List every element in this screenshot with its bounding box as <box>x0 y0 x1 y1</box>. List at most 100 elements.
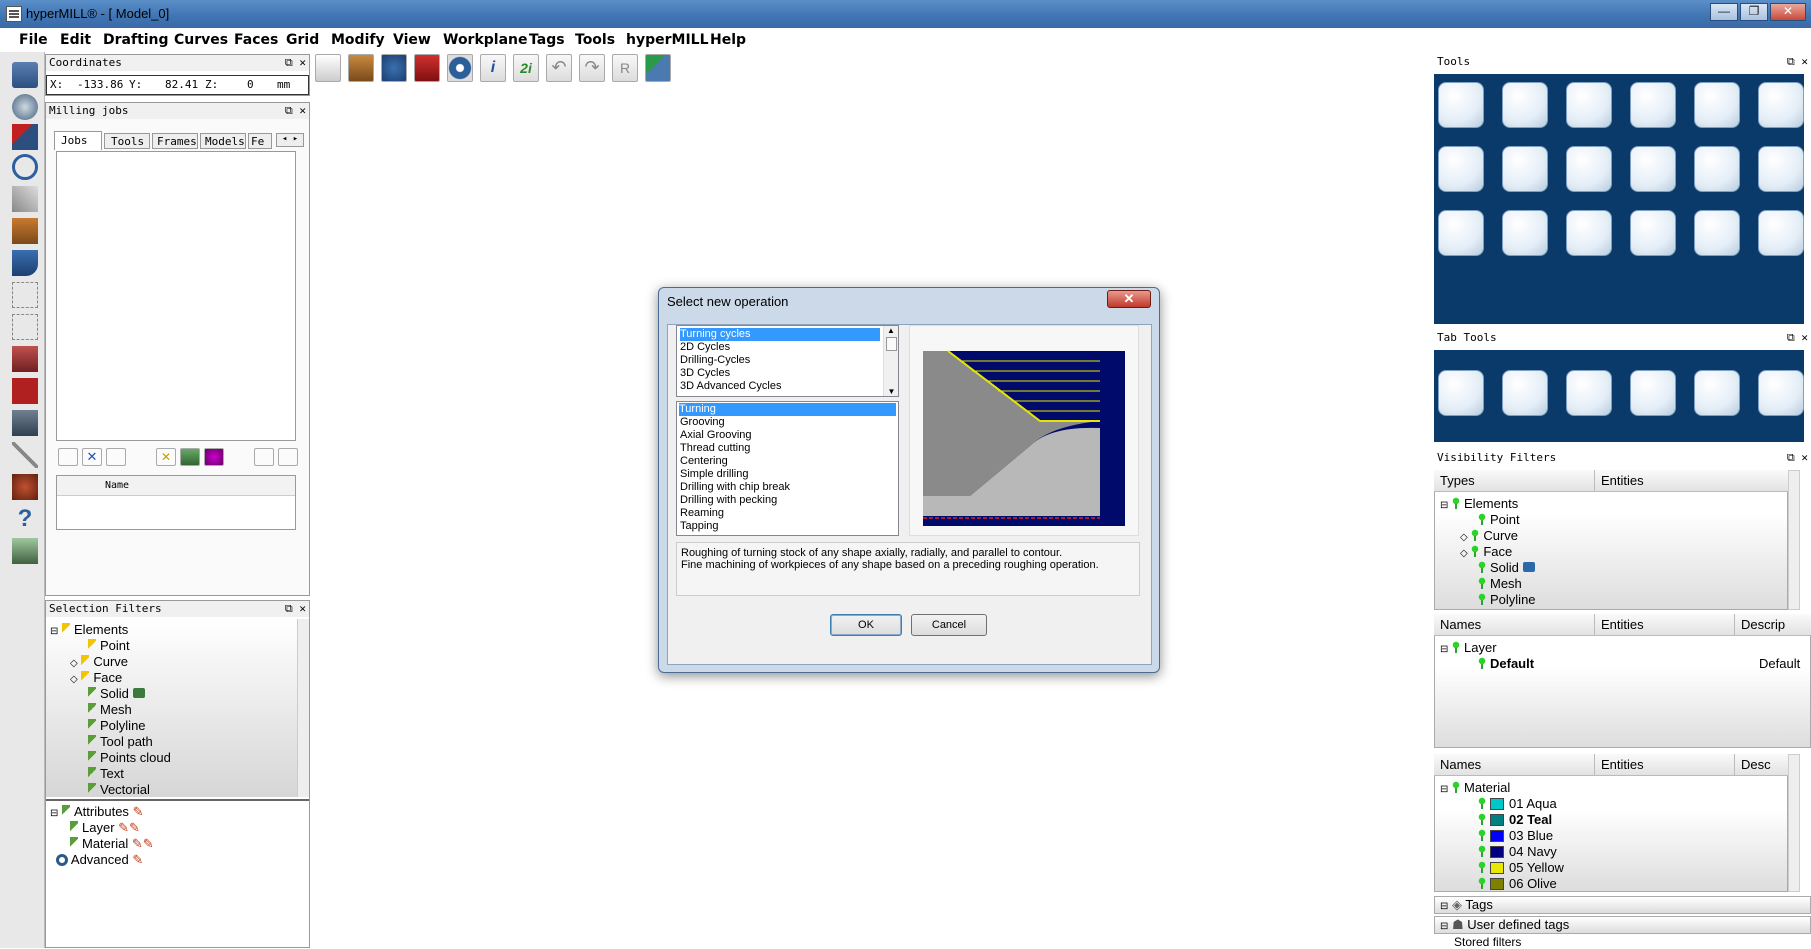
tool-plane-icon[interactable] <box>1566 146 1612 192</box>
minimize-button[interactable]: — <box>1710 3 1738 21</box>
tab-layers-icon[interactable] <box>1438 370 1484 416</box>
tree-polyline[interactable]: Polyline <box>88 718 146 733</box>
tool-spline-icon[interactable] <box>1758 82 1804 128</box>
tags-node[interactable]: ⊟ ◈ Tags <box>1440 897 1493 913</box>
operation-item[interactable]: Centering <box>680 455 728 468</box>
menu-file[interactable]: File <box>19 32 48 48</box>
types-header[interactable]: Types <box>1434 470 1594 492</box>
layer-default[interactable]: Default <box>1478 656 1534 671</box>
machine-icon[interactable] <box>12 410 38 436</box>
tool-sketch-icon[interactable] <box>1438 82 1484 128</box>
measure-icon[interactable] <box>12 442 38 468</box>
vis-polyline[interactable]: Polyline <box>1478 592 1536 607</box>
menu-view[interactable]: View <box>393 32 431 48</box>
package-icon[interactable] <box>414 54 440 82</box>
types-scrollbar[interactable] <box>1788 470 1800 610</box>
tree-layer[interactable]: Layer ✎✎ <box>70 820 140 836</box>
dialog-close-button[interactable]: ✕ <box>1107 290 1151 308</box>
tab-frames[interactable]: Frames <box>152 133 198 149</box>
entities-header[interactable]: Entities <box>1594 470 1788 492</box>
tool-dimension-icon[interactable] <box>1502 146 1548 192</box>
tab-models[interactable]: Models <box>200 133 246 149</box>
tool-icon[interactable] <box>12 186 38 212</box>
vis-curve[interactable]: ◇ Curve <box>1460 528 1518 543</box>
new-file-icon[interactable] <box>315 54 341 82</box>
tree-attributes[interactable]: ⊟ Attributes ✎ <box>50 804 143 820</box>
material-entities-header[interactable]: Entities <box>1594 754 1734 776</box>
tree-advanced[interactable]: Advanced ✎ <box>56 852 143 868</box>
menu-grid[interactable]: Grid <box>286 32 319 48</box>
tab-tools[interactable]: Tools <box>104 133 150 149</box>
category-item[interactable]: Drilling-Cycles <box>680 354 750 367</box>
info-2i-icon[interactable]: 2i <box>513 54 539 82</box>
tool-trim-icon[interactable] <box>1438 146 1484 192</box>
box-icon[interactable] <box>12 218 38 244</box>
app-icon[interactable] <box>6 6 22 22</box>
tree-elements[interactable]: ⊟ Elements <box>50 622 128 637</box>
category-list[interactable]: Turning cycles 2D Cycles Drilling-Cycles… <box>676 325 899 397</box>
simulate-icon[interactable] <box>180 448 200 466</box>
operation-item[interactable]: Thread cutting <box>680 442 750 455</box>
operation-item[interactable]: Tapping <box>680 520 719 533</box>
info-icon[interactable] <box>12 538 38 564</box>
tab-points-icon[interactable] <box>1694 370 1740 416</box>
vis-point[interactable]: Point <box>1478 512 1520 527</box>
panel-buttons[interactable]: ⧉ ✕ <box>285 55 306 71</box>
category-item[interactable]: 3D Advanced Cycles <box>680 380 782 393</box>
curve-edit-icon[interactable] <box>12 314 38 340</box>
layer-root[interactable]: ⊟ Layer <box>1440 640 1497 655</box>
menu-faces[interactable]: Faces <box>234 32 278 48</box>
tool-extrude-icon[interactable] <box>1758 146 1804 192</box>
name-column-header[interactable]: Name <box>105 480 129 491</box>
operation-item[interactable]: Drilling with chip break <box>680 481 790 494</box>
tree-curve[interactable]: ◇ Curve <box>70 654 128 669</box>
category-item[interactable]: 2D Cycles <box>680 341 730 354</box>
menu-tools[interactable]: Tools <box>575 32 615 48</box>
material-desc-header[interactable]: Desc <box>1734 754 1788 776</box>
operation-list[interactable]: Turning Grooving Axial Grooving Thread c… <box>676 401 899 536</box>
tool-revolve-icon[interactable] <box>1438 210 1484 256</box>
menu-curves[interactable]: Curves <box>174 32 228 48</box>
tree-mesh[interactable]: Mesh <box>88 702 132 717</box>
user-tags-node[interactable]: ⊟ ☗ User defined tags <box>1440 917 1569 933</box>
menu-modify[interactable]: Modify <box>331 32 385 48</box>
tab-filter-icon[interactable] <box>1502 370 1548 416</box>
menu-drafting[interactable]: Drafting <box>103 32 169 48</box>
cancel-button[interactable]: Cancel <box>911 614 987 636</box>
tool-fillet-icon[interactable] <box>1694 210 1740 256</box>
tool-project-icon[interactable] <box>1566 210 1612 256</box>
scrollbar[interactable] <box>297 619 309 797</box>
tool-curve-icon[interactable] <box>1502 82 1548 128</box>
operation-item[interactable]: Drilling with pecking <box>680 494 777 507</box>
tree-tool-path[interactable]: Tool path <box>88 734 153 749</box>
layers-icon[interactable] <box>12 62 38 88</box>
category-item[interactable]: 3D Cycles <box>680 367 730 380</box>
settings-icon[interactable] <box>447 54 473 82</box>
menu-tags[interactable]: Tags <box>529 32 565 48</box>
report-icon[interactable] <box>254 448 274 466</box>
export-icon[interactable] <box>278 448 298 466</box>
panel-buttons[interactable]: ⧉ ✕ <box>1787 330 1808 346</box>
tag-icon[interactable] <box>12 124 38 150</box>
material-blue[interactable]: 03 Blue <box>1478 828 1553 843</box>
category-scrollbar[interactable]: ▲ ▼ <box>883 326 898 396</box>
tool-boolean-icon[interactable] <box>1758 210 1804 256</box>
tree-vectorial[interactable]: Vectorial <box>88 782 150 797</box>
tool-surface-icon[interactable] <box>1694 82 1740 128</box>
operation-item[interactable]: Axial Grooving <box>680 429 752 442</box>
menu-edit[interactable]: Edit <box>60 32 91 48</box>
operation-item[interactable]: Grooving <box>680 416 725 429</box>
tree-face[interactable]: ◇ Face <box>70 670 122 685</box>
tool-line-icon[interactable] <box>1566 82 1612 128</box>
help-icon[interactable]: ? <box>12 506 38 532</box>
cube-icon[interactable] <box>12 378 38 404</box>
restore-button[interactable]: ❐ <box>1740 3 1768 21</box>
tool-frame-icon[interactable] <box>1630 82 1676 128</box>
tree-solid[interactable]: Solid <box>88 686 145 701</box>
stored-filters-node[interactable]: Stored filters <box>1454 935 1521 949</box>
material-root[interactable]: ⊟ Material <box>1440 780 1510 795</box>
surface-icon[interactable] <box>12 250 38 276</box>
tab-visibility-icon[interactable] <box>1566 370 1612 416</box>
refresh-icon[interactable] <box>381 54 407 82</box>
vis-face[interactable]: ◇ Face <box>1460 544 1512 559</box>
